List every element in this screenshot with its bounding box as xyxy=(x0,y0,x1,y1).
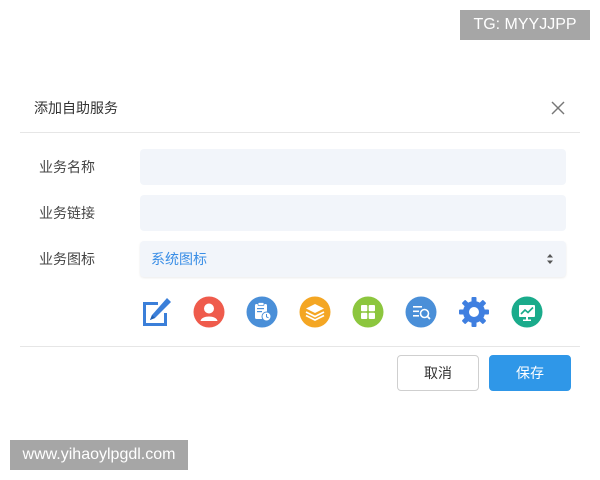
clipboard-clock-icon xyxy=(246,296,278,328)
service-name-label: 业务名称 xyxy=(39,160,95,176)
watermark-bottom: www.yihaoylpgdl.com xyxy=(10,440,188,470)
user-icon xyxy=(193,296,225,328)
gear-icon xyxy=(459,297,489,327)
edit-icon xyxy=(143,298,171,326)
grid-icon xyxy=(352,296,384,328)
icon-option-user[interactable] xyxy=(193,296,225,328)
form-row-icon: 业务图标 系统图标 xyxy=(20,241,580,277)
icon-option-layers[interactable] xyxy=(299,296,331,328)
icon-option-search[interactable] xyxy=(405,296,437,328)
icon-option-chart[interactable] xyxy=(511,296,543,328)
search-list-icon xyxy=(405,296,437,328)
layers-icon xyxy=(299,296,331,328)
icon-option-edit[interactable] xyxy=(140,296,172,328)
service-link-input[interactable] xyxy=(140,195,566,231)
cancel-button[interactable]: 取消 xyxy=(397,355,479,391)
icon-option-gear[interactable] xyxy=(458,296,490,328)
dialog-title: 添加自助服务 xyxy=(34,101,118,117)
add-service-dialog: 添加自助服务 业务名称 业务链接 业务图标 系统图标 取消 保存 xyxy=(20,86,580,400)
close-icon xyxy=(551,101,565,115)
icon-option-row xyxy=(140,296,560,330)
watermark-top: TG: MYYJJPP xyxy=(460,10,590,40)
form-row-name: 业务名称 xyxy=(20,149,580,185)
service-icon-label: 业务图标 xyxy=(39,252,95,268)
save-button[interactable]: 保存 xyxy=(489,355,571,391)
service-name-input[interactable] xyxy=(140,149,566,185)
form-row-link: 业务链接 xyxy=(20,195,580,231)
icon-option-clipboard[interactable] xyxy=(246,296,278,328)
dialog-header: 添加自助服务 xyxy=(20,86,580,133)
footer-divider xyxy=(20,346,580,347)
icon-type-value: 系统图标 xyxy=(151,252,207,268)
select-arrows-icon xyxy=(547,254,553,264)
icon-option-grid[interactable] xyxy=(352,296,384,328)
icon-type-select[interactable]: 系统图标 xyxy=(140,241,566,277)
close-button[interactable] xyxy=(548,98,568,118)
service-link-label: 业务链接 xyxy=(39,206,95,222)
chart-icon xyxy=(511,296,543,328)
